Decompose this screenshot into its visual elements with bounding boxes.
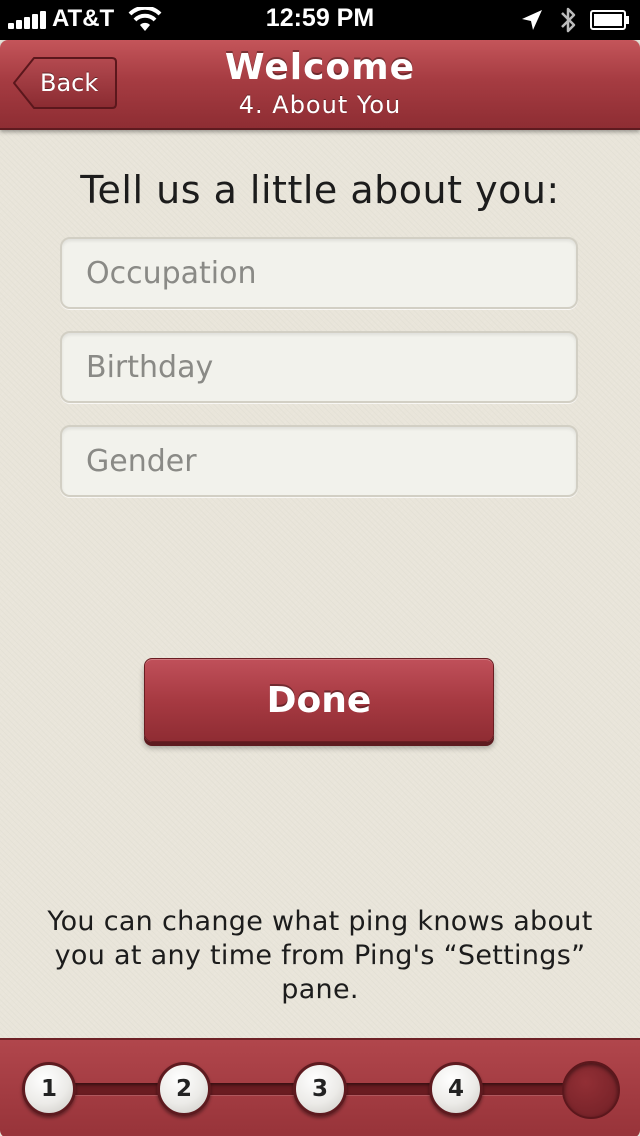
gender-field[interactable] [60, 425, 578, 497]
step-indicator-2: 2 [157, 1062, 211, 1116]
bluetooth-icon [561, 7, 576, 33]
step-indicator-final [562, 1061, 620, 1119]
status-bar: AT&T 12:59 PM [0, 0, 640, 40]
done-button[interactable]: Done [144, 658, 494, 742]
page-title: Welcome [224, 47, 416, 88]
step-indicator-1: 1 [22, 1062, 76, 1116]
battery-icon [590, 10, 629, 30]
birthday-field[interactable] [60, 331, 578, 403]
page-subtitle: 4. About You [238, 91, 402, 119]
step-indicator-3: 3 [293, 1062, 347, 1116]
step-progress-bar: 1 2 3 4 [0, 1038, 640, 1136]
settings-footnote: You can change what ping knows about you… [47, 906, 593, 1005]
status-time: 12:59 PM [265, 4, 375, 32]
nav-bar: Back Welcome 4. About You [0, 40, 640, 130]
location-arrow-icon [522, 10, 542, 30]
occupation-field[interactable] [60, 237, 578, 309]
form-prompt: Tell us a little about you: [80, 168, 560, 212]
step-indicator-4: 4 [429, 1062, 483, 1116]
